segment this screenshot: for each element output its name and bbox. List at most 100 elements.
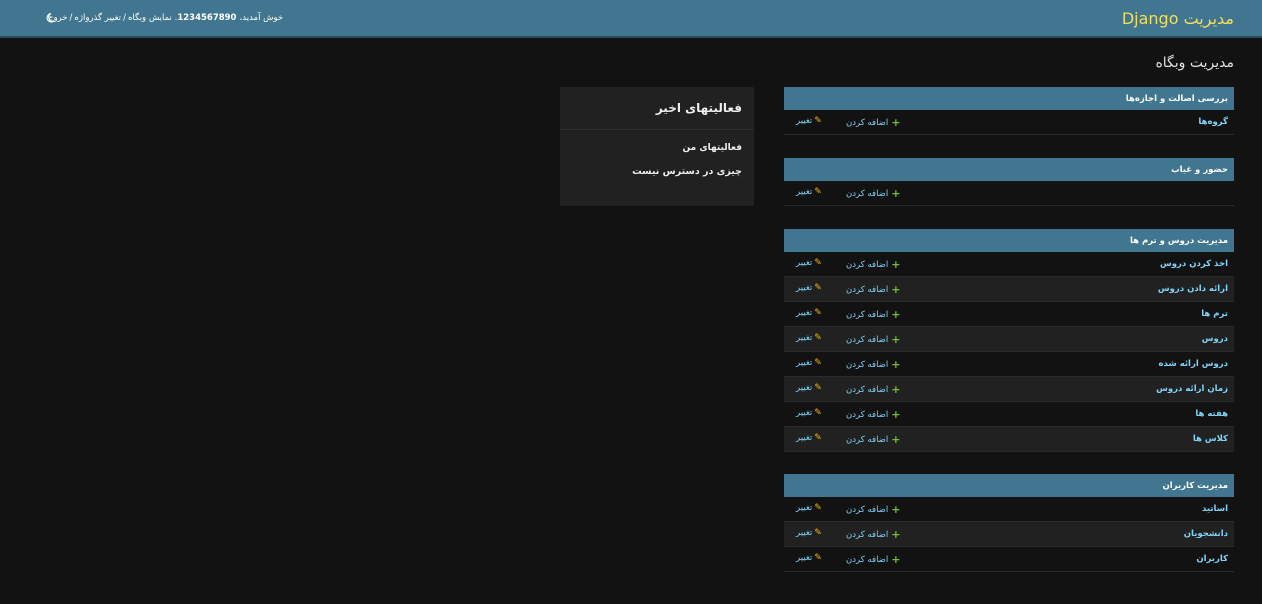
plus-icon: + [891, 258, 901, 271]
plus-icon: + [891, 283, 901, 296]
change-link[interactable]: ✎ تغییر [796, 553, 822, 563]
add-link[interactable]: + اضافه کردن [846, 283, 900, 296]
plus-icon: + [891, 528, 901, 541]
module-caption[interactable]: بررسی اصالت و اجازه‌ها [784, 87, 1234, 110]
pencil-icon: ✎ [814, 308, 822, 318]
change-link[interactable]: ✎ تغییر [796, 283, 822, 293]
add-link[interactable]: + اضافه کردن [846, 528, 900, 541]
add-link[interactable]: + اضافه کردن [846, 433, 900, 446]
module-attendance: حضور و غیاب + اضافه کردن ✎ تغییر [784, 158, 1234, 206]
change-link[interactable]: ✎ تغییر [796, 358, 822, 368]
add-link[interactable]: + اضافه کردن [846, 553, 900, 566]
module-caption[interactable]: حضور و غیاب [784, 158, 1234, 181]
add-link[interactable]: + اضافه کردن [846, 358, 900, 371]
model-link[interactable]: ترم ها [1201, 309, 1228, 319]
module-users: مدیریت کاربران اساتید + اضافه کردن ✎ تغییر… [784, 474, 1234, 572]
model-row: دانشجویان + اضافه کردن ✎ تغییر [784, 522, 1234, 547]
model-row: گروه‌ها + اضافه کردن ✎ تغییر [784, 110, 1234, 135]
change-link[interactable]: ✎ تغییر [796, 116, 822, 126]
change-link[interactable]: ✎ تغییر [796, 433, 822, 443]
module-auth: بررسی اصالت و اجازه‌ها گروه‌ها + اضافه کر… [784, 87, 1234, 135]
change-link[interactable]: ✎ تغییر [796, 258, 822, 268]
model-link[interactable]: کلاس ها [1193, 434, 1228, 444]
site-branding[interactable]: مدیریت Django [1122, 9, 1234, 28]
change-link[interactable]: ✎ تغییر [796, 383, 822, 393]
model-row: دروس + اضافه کردن ✎ تغییر [784, 327, 1234, 352]
change-link[interactable]: ✎ تغییر [796, 333, 822, 343]
model-row: کاربران + اضافه کردن ✎ تغییر [784, 547, 1234, 572]
pencil-icon: ✎ [814, 383, 822, 393]
pencil-icon: ✎ [814, 187, 822, 197]
pencil-icon: ✎ [814, 433, 822, 443]
recent-actions-title: فعالیتهای اخیر [560, 87, 754, 130]
none-available-text: چیزی در دسترس نیست [632, 166, 742, 177]
model-link[interactable]: هفته ها [1195, 409, 1228, 419]
model-row: دروس ارائه شده + اضافه کردن ✎ تغییر [784, 352, 1234, 377]
model-link[interactable]: گروه‌ها [1198, 117, 1228, 127]
pencil-icon: ✎ [814, 503, 822, 513]
model-link[interactable]: دروس ارائه شده [1158, 359, 1228, 369]
model-row: کلاس ها + اضافه کردن ✎ تغییر [784, 427, 1234, 452]
welcome-text: خوش آمدید، [239, 13, 284, 23]
model-link[interactable]: اساتید [1202, 504, 1228, 514]
change-link[interactable]: ✎ تغییر [796, 503, 822, 513]
change-link[interactable]: ✎ تغییر [796, 528, 822, 538]
change-link[interactable]: ✎ تغییر [796, 187, 822, 197]
plus-icon: + [891, 187, 901, 200]
model-row: زمان ارائه دروس + اضافه کردن ✎ تغییر [784, 377, 1234, 402]
model-link[interactable]: دروس [1202, 334, 1228, 344]
module-caption[interactable]: مدیریت کاربران [784, 474, 1234, 497]
pencil-icon: ✎ [814, 116, 822, 126]
model-link[interactable]: دانشجویان [1184, 529, 1228, 539]
user-tools: خوش آمدید، 1234567890 . نمایش وبگاه / تغ… [48, 13, 284, 23]
plus-icon: + [891, 553, 901, 566]
recent-actions-panel: فعالیتهای اخیر فعالیتهای من چیزی در دستر… [560, 87, 754, 206]
pencil-icon: ✎ [814, 258, 822, 268]
plus-icon: + [891, 383, 901, 396]
my-actions-heading: فعالیتهای من [682, 143, 742, 153]
add-link[interactable]: + اضافه کردن [846, 383, 900, 396]
plus-icon: + [891, 433, 901, 446]
plus-icon: + [891, 333, 901, 346]
change-password-link[interactable]: تغییر گذرواژه [74, 13, 121, 23]
model-link[interactable]: ارائه دادن دروس [1158, 284, 1228, 294]
model-link[interactable]: زمان ارائه دروس [1156, 384, 1228, 394]
add-link[interactable]: + اضافه کردن [846, 333, 900, 346]
plus-icon: + [891, 308, 901, 321]
add-link[interactable]: + اضافه کردن [846, 258, 900, 271]
change-link[interactable]: ✎ تغییر [796, 408, 822, 418]
plus-icon: + [891, 358, 901, 371]
model-row: اساتید + اضافه کردن ✎ تغییر [784, 497, 1234, 522]
plus-icon: + [891, 408, 901, 421]
plus-icon: + [891, 116, 901, 129]
module-caption[interactable]: مدیریت دروس و ترم ها [784, 229, 1234, 252]
view-site-link[interactable]: نمایش وبگاه [128, 13, 172, 23]
add-link[interactable]: + اضافه کردن [846, 116, 900, 129]
moon-icon[interactable] [46, 12, 58, 24]
pencil-icon: ✎ [814, 333, 822, 343]
pencil-icon: ✎ [814, 528, 822, 538]
add-link[interactable]: + اضافه کردن [846, 408, 900, 421]
pencil-icon: ✎ [814, 408, 822, 418]
separator: / [123, 13, 126, 23]
add-link[interactable]: + اضافه کردن [846, 308, 900, 321]
model-row: ارائه دادن دروس + اضافه کردن ✎ تغییر [784, 277, 1234, 302]
username: 1234567890 [177, 13, 237, 23]
model-link[interactable]: اخذ کردن دروس [1160, 259, 1228, 269]
change-link[interactable]: ✎ تغییر [796, 308, 822, 318]
model-row: ترم ها + اضافه کردن ✎ تغییر [784, 302, 1234, 327]
model-row: اخذ کردن دروس + اضافه کردن ✎ تغییر [784, 252, 1234, 277]
add-link[interactable]: + اضافه کردن [846, 503, 900, 516]
page-title: مدیریت وبگاه [1155, 55, 1234, 71]
model-row: + اضافه کردن ✎ تغییر [784, 181, 1234, 206]
module-courses: مدیریت دروس و ترم ها اخذ کردن دروس + اضاف… [784, 229, 1234, 452]
pencil-icon: ✎ [814, 553, 822, 563]
plus-icon: + [891, 503, 901, 516]
model-row: هفته ها + اضافه کردن ✎ تغییر [784, 402, 1234, 427]
pencil-icon: ✎ [814, 283, 822, 293]
pencil-icon: ✎ [814, 358, 822, 368]
header: مدیریت Django خوش آمدید، 1234567890 . نم… [0, 0, 1262, 38]
add-link[interactable]: + اضافه کردن [846, 187, 900, 200]
separator: / [69, 13, 73, 23]
model-link[interactable]: کاربران [1196, 554, 1228, 564]
